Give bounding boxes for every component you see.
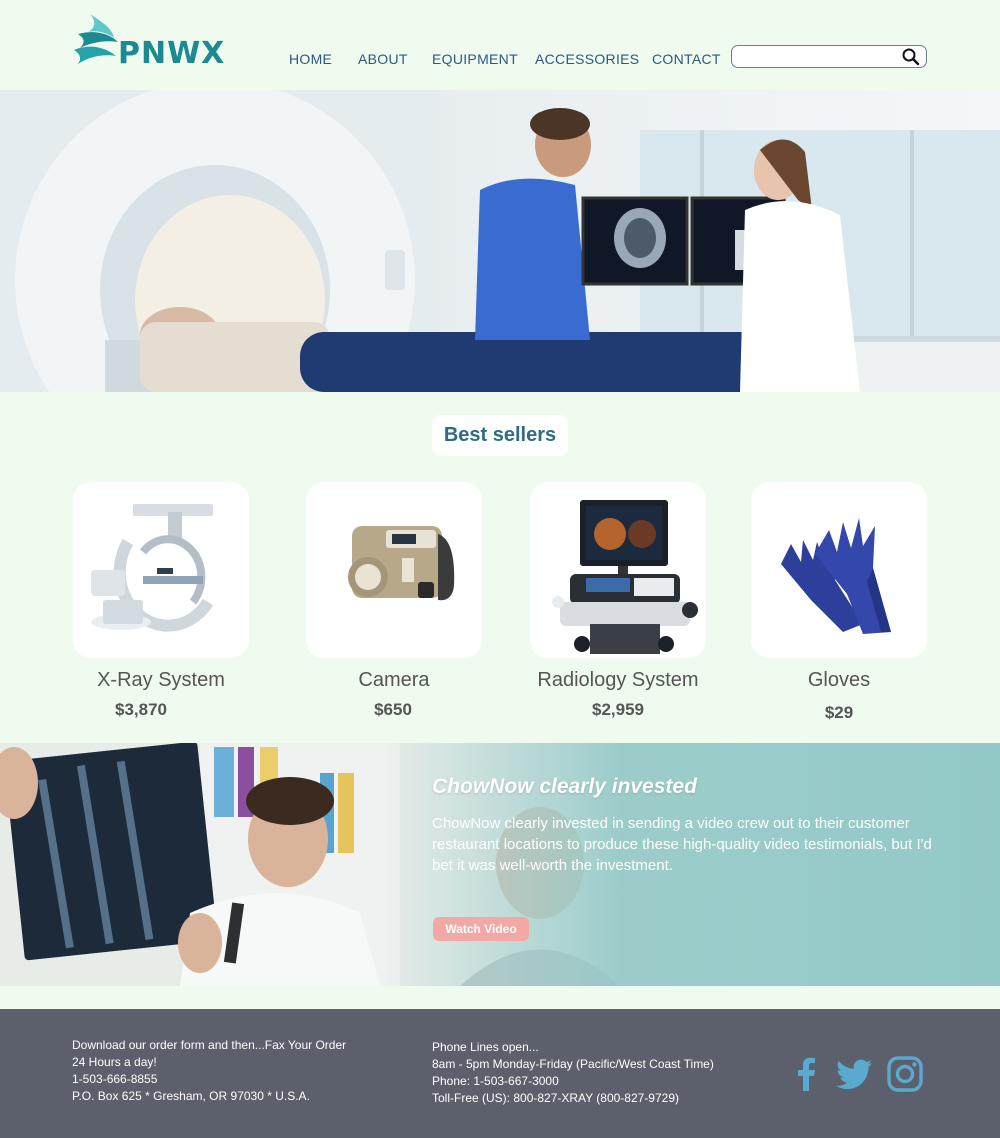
nav-home[interactable]: HOME — [289, 51, 332, 67]
product-card-xray[interactable] — [73, 482, 249, 658]
footer-line: Download our order form and then...Fax Y… — [72, 1038, 347, 1052]
product-name[interactable]: X-Ray System — [46, 669, 276, 692]
footer-phone-info: Phone Lines open... 8am - 5pm Monday-Fri… — [432, 1039, 714, 1107]
facebook-icon[interactable] — [787, 1055, 825, 1093]
promo-body: ChowNow clearly invested in sending a vi… — [432, 815, 932, 874]
product-price: $2,959 — [592, 700, 644, 719]
footer-hours: 8am - 5pm Monday-Friday (Pacific/West Co… — [432, 1057, 714, 1071]
nav-equipment[interactable]: EQUIPMENT — [432, 51, 518, 67]
product-price: $29 — [824, 703, 854, 722]
hero-image — [0, 90, 1000, 392]
product-price: $650 — [374, 700, 412, 719]
nav-about[interactable]: ABOUT — [358, 51, 408, 67]
nav-contact[interactable]: CONTACT — [652, 51, 721, 67]
footer-line: Phone Lines open... — [432, 1040, 539, 1054]
search-icon[interactable] — [901, 47, 921, 67]
product-price: $3,870 — [115, 700, 167, 719]
ultrasound-system-image — [552, 500, 698, 654]
footer-phone[interactable]: 1-503-666-8855 — [72, 1071, 346, 1088]
instagram-icon[interactable] — [886, 1055, 924, 1093]
search-box — [731, 45, 927, 68]
footer-line: 24 Hours a day! — [72, 1055, 157, 1069]
product-card-gloves[interactable] — [751, 482, 927, 658]
product-name[interactable]: Camera — [279, 669, 509, 692]
mri-scene-illustration — [0, 90, 1000, 392]
c-arm-xray-image — [91, 504, 214, 632]
product-card-radiology[interactable] — [530, 482, 706, 658]
promo-title: ChowNow clearly invested — [432, 775, 697, 798]
footer-phone[interactable]: Phone: 1-503-667-3000 — [432, 1073, 714, 1090]
product-card-camera[interactable] — [306, 482, 482, 658]
footer-tollfree[interactable]: Toll-Free (US): 800-827-XRAY (800-827-97… — [432, 1090, 714, 1107]
best-sellers-title: Best sellers — [432, 415, 568, 456]
brand-logo[interactable]: PNWX — [72, 12, 224, 71]
portable-xray-camera-image — [348, 526, 455, 601]
search-input[interactable] — [740, 48, 900, 66]
product-name[interactable]: Gloves — [724, 669, 954, 692]
watch-video-button[interactable]: Watch Video — [433, 917, 529, 941]
protective-gloves-image — [781, 518, 891, 634]
nav-accessories[interactable]: ACCESSORIES — [535, 51, 639, 67]
product-name[interactable]: Radiology System — [503, 669, 733, 692]
footer-order-info: Download our order form and then...Fax Y… — [72, 1037, 346, 1105]
site-header: PNWX HOME ABOUT EQUIPMENT ACCESSORIES CO… — [0, 0, 1000, 90]
twitter-icon[interactable] — [836, 1055, 874, 1093]
footer-address: P.O. Box 625 * Gresham, OR 97030 * U.S.A… — [72, 1089, 310, 1103]
brand-name: PNWX — [118, 36, 226, 71]
